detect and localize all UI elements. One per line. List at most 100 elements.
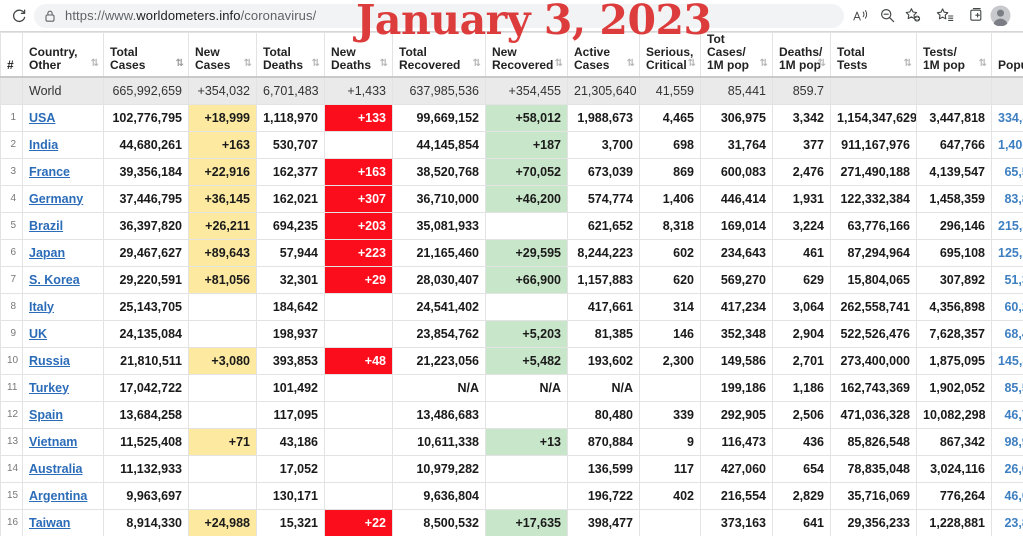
coronavirus-data-table: # Country, Other ⇅ Total Cases ⇅ New Cases… (0, 32, 1023, 536)
cell-tests-per-1m: 1,458,359 (916, 184, 992, 213)
row-rank: 5 (0, 211, 23, 240)
column-header-new-deaths[interactable]: New Deaths ⇅ (324, 32, 393, 78)
header-label: Total Recovered (399, 45, 461, 72)
collections-icon[interactable] (964, 3, 990, 29)
cell-active-cases: 870,884 (567, 427, 640, 456)
sort-icon[interactable]: ⇅ (818, 57, 826, 70)
cell-total-recovered: 44,145,854 (392, 130, 486, 159)
column-header-new-recovered[interactable]: New Recovered ⇅ (485, 32, 568, 78)
sort-icon[interactable]: ⇅ (904, 57, 912, 70)
country-link[interactable]: Argentina (29, 489, 87, 503)
cell-total-cases: 37,446,795 (103, 184, 189, 213)
cell-total-tests: 29,356,233 (830, 508, 917, 536)
column-header-tests-1m[interactable]: Tests/ 1M pop ⇅ (916, 32, 992, 78)
zoom-out-icon[interactable] (874, 3, 900, 29)
coronavirus-table-container[interactable]: # Country, Other ⇅ Total Cases ⇅ New Cases… (0, 31, 1023, 536)
column-header-total-cases[interactable]: Total Cases ⇅ (103, 32, 189, 78)
country-link[interactable]: Italy (29, 300, 54, 314)
sort-icon-active[interactable]: ⇅ (176, 57, 184, 70)
column-header-rank[interactable]: # (0, 32, 23, 78)
sort-icon[interactable]: ⇅ (312, 57, 320, 70)
country-link[interactable]: Taiwan (29, 516, 70, 530)
header-label: New Cases (195, 45, 231, 72)
sort-icon[interactable]: ⇅ (244, 57, 252, 70)
cell-serious-critical: 2,300 (639, 346, 701, 375)
country-link[interactable]: Japan (29, 246, 65, 260)
country-link[interactable]: Brazil (29, 219, 63, 233)
country-link[interactable]: Spain (29, 408, 63, 422)
header-label: Deaths/ 1M pop (779, 45, 823, 72)
favorites-icon[interactable] (932, 3, 958, 29)
header-label: Serious, Critical (646, 45, 694, 72)
column-header-total-tests[interactable]: Total Tests ⇅ (830, 32, 917, 78)
sort-icon[interactable]: ⇅ (688, 57, 696, 70)
cell-tests-per-1m: 7,628,357 (916, 319, 992, 348)
url-scheme: https://www. (65, 8, 137, 23)
table-row: 15 Argentina 9,963,697 130,171 9,636,804 196,… (0, 481, 1023, 510)
cell-new-cases: +36,145 (188, 184, 257, 213)
column-header-deaths-1m[interactable]: Deaths/ 1M pop ⇅ (772, 32, 831, 78)
sort-icon[interactable]: ⇅ (473, 57, 481, 70)
row-country: Argentina (22, 481, 104, 510)
header-row: # Country, Other ⇅ Total Cases ⇅ New Cases… (0, 32, 1023, 78)
cell-total-recovered: 8,500,532 (392, 508, 486, 536)
cell-new-recovered (485, 481, 568, 510)
cell-active-cases: 398,477 (567, 508, 640, 536)
country-link[interactable]: Turkey (29, 381, 69, 395)
cell-population: 23,888,595 (991, 508, 1023, 536)
sort-icon[interactable]: ⇅ (380, 57, 388, 70)
cell-total-cases: 29,467,627 (103, 238, 189, 267)
country-link[interactable]: Vietnam (29, 435, 77, 449)
row-rank: 13 (0, 427, 23, 456)
cell-population: 68,497,907 (991, 319, 1023, 348)
cell-total-deaths: 130,171 (256, 481, 325, 510)
country-link[interactable]: Germany (29, 192, 83, 206)
cell-active-cases: N/A (567, 373, 640, 402)
cell-total-deaths: 117,095 (256, 400, 325, 429)
column-header-population[interactable]: Population⇅ (991, 32, 1023, 78)
column-header-new-cases[interactable]: New Cases ⇅ (188, 32, 257, 78)
add-favorite-icon[interactable] (900, 3, 926, 29)
cell-tests-per-1m: 1,875,095 (916, 346, 992, 375)
cell-population: 26,068,792 (991, 454, 1023, 483)
country-link[interactable]: S. Korea (29, 273, 80, 287)
column-header-serious-critical[interactable]: Serious, Critical ⇅ (639, 32, 701, 78)
country-link[interactable]: Australia (29, 462, 83, 476)
column-header-country[interactable]: Country, Other ⇅ (22, 32, 104, 78)
cell-active-cases: 21,305,640 (567, 76, 640, 105)
cell-total-tests: 78,835,048 (830, 454, 917, 483)
cell-total-deaths: 162,021 (256, 184, 325, 213)
read-aloud-icon[interactable] (848, 3, 874, 29)
country-link[interactable]: UK (29, 327, 47, 341)
cell-deaths-per-1m: 3,224 (772, 211, 831, 240)
reload-icon[interactable] (6, 3, 32, 29)
row-rank: 12 (0, 400, 23, 429)
row-country: Germany (22, 184, 104, 213)
sort-icon[interactable]: ⇅ (555, 57, 563, 70)
column-header-tot-cases-1m[interactable]: Tot Cases/ 1M pop ⇅ (700, 32, 773, 78)
cell-serious-critical: 602 (639, 238, 701, 267)
cell-new-deaths: +203 (324, 211, 393, 240)
row-rank: 6 (0, 238, 23, 267)
country-link[interactable]: France (29, 165, 70, 179)
column-header-total-recovered[interactable]: Total Recovered ⇅ (392, 32, 486, 78)
profile-avatar[interactable] (990, 5, 1011, 26)
column-header-active-cases[interactable]: Active Cases ⇅ (567, 32, 640, 78)
sort-icon[interactable]: ⇅ (91, 57, 99, 70)
sort-icon[interactable]: ⇅ (760, 57, 768, 70)
country-link[interactable]: USA (29, 111, 55, 125)
address-bar[interactable]: https://www.worldometers.info/coronaviru… (34, 3, 844, 28)
column-header-total-deaths[interactable]: Total Deaths ⇅ (256, 32, 325, 78)
table-row: 7 S. Korea 29,220,591 +81,056 32,301 +29 28,03… (0, 265, 1023, 294)
cell-new-deaths: +133 (324, 103, 393, 132)
sort-icon[interactable]: ⇅ (627, 57, 635, 70)
country-link[interactable]: India (29, 138, 58, 152)
lock-icon (44, 9, 56, 23)
cell-total-tests: 122,332,384 (830, 184, 917, 213)
cell-new-recovered: +187 (485, 130, 568, 159)
cell-tot-cases-per-1m: 169,014 (700, 211, 773, 240)
country-link[interactable]: Russia (29, 354, 70, 368)
cell-serious-critical: 339 (639, 400, 701, 429)
sort-icon[interactable]: ⇅ (979, 57, 987, 70)
table-row: 6 Japan 29,467,627 +89,643 57,944 +223 21,165,… (0, 238, 1023, 267)
